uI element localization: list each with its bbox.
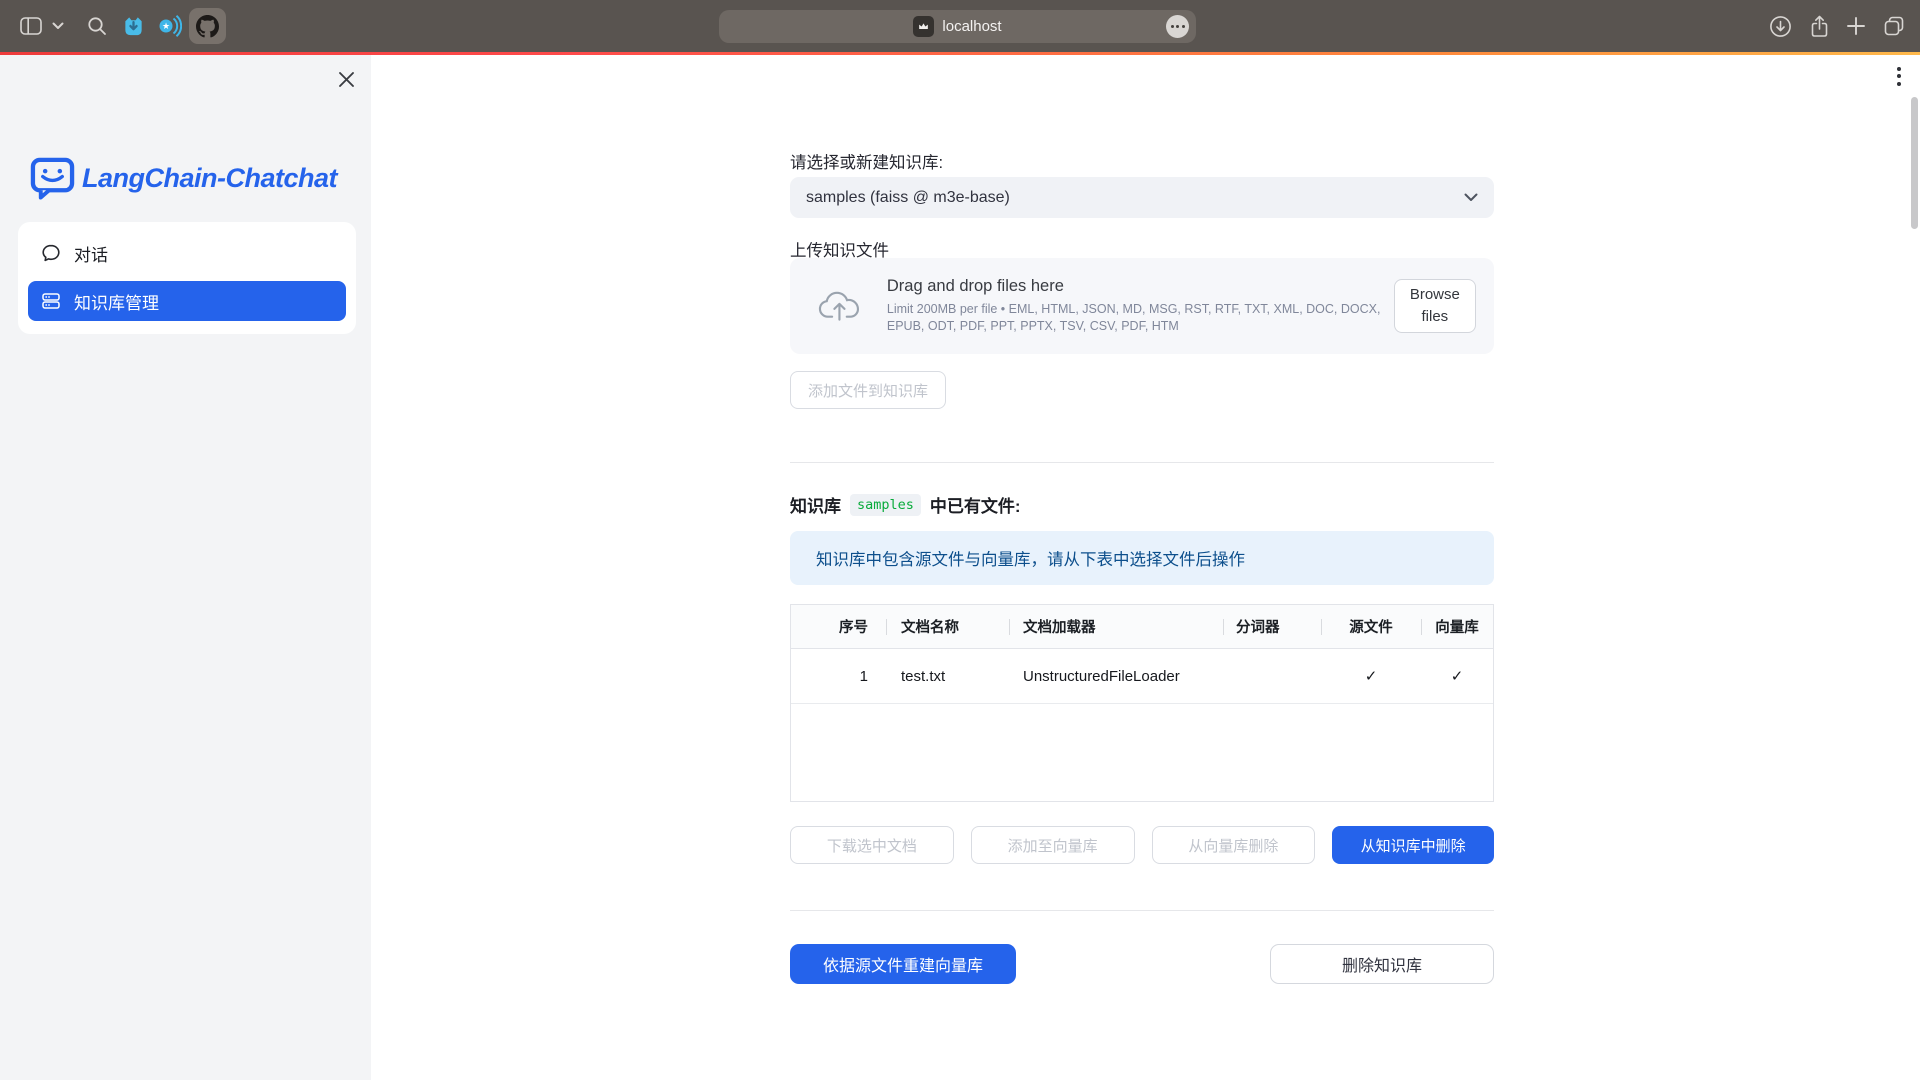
- dropzone-limit: Limit 200MB per file • EML, HTML, JSON, …: [887, 301, 1394, 336]
- kb-select-value: samples (faiss @ m3e-base): [806, 189, 1010, 207]
- close-icon[interactable]: [333, 66, 359, 92]
- scrollbar-thumb[interactable]: [1911, 97, 1918, 229]
- kb-select[interactable]: samples (faiss @ m3e-base): [790, 177, 1494, 218]
- site-favicon: [913, 16, 934, 37]
- cell-doc-name: test.txt: [886, 649, 1009, 703]
- cell-splitter: [1223, 649, 1321, 703]
- circles-extension-icon[interactable]: ★: [155, 0, 183, 52]
- file-dropzone[interactable]: Drag and drop files here Limit 200MB per…: [790, 258, 1494, 354]
- sidebar-nav: 对话 知识库管理: [18, 222, 356, 334]
- divider: [790, 910, 1494, 911]
- cell-loader: UnstructuredFileLoader: [1009, 649, 1223, 703]
- chat-bubble-logo-icon: [30, 156, 75, 200]
- table-row[interactable]: 1 test.txt UnstructuredFileLoader ✓ ✓: [791, 649, 1493, 704]
- database-stack-icon: [41, 291, 61, 311]
- add-to-vectorstore-button[interactable]: 添加至向量库: [971, 826, 1135, 864]
- kb-files-heading: 知识库 samples 中已有文件:: [790, 492, 1021, 517]
- ellipsis-icon[interactable]: [1166, 15, 1189, 38]
- search-icon[interactable]: [85, 0, 109, 52]
- browse-files-button[interactable]: Browse files: [1394, 279, 1476, 333]
- dropzone-title: Drag and drop files here: [887, 277, 1394, 296]
- dropzone-text: Drag and drop files here Limit 200MB per…: [887, 277, 1394, 336]
- cell-vector-check: ✓: [1421, 649, 1493, 703]
- table-action-buttons: 下载选中文档 添加至向量库 从向量库删除 从知识库中删除: [790, 826, 1494, 864]
- address-bar[interactable]: localhost: [719, 10, 1196, 43]
- delete-from-kb-button[interactable]: 从知识库中删除: [1332, 826, 1494, 864]
- main-menu-kebab-icon[interactable]: [1888, 60, 1910, 92]
- cloud-upload-icon: [818, 289, 861, 323]
- heading-prefix: 知识库: [790, 492, 841, 517]
- chat-icon: [41, 243, 61, 263]
- table-header[interactable]: 文档名称: [886, 605, 1009, 648]
- address-url: localhost: [942, 18, 1001, 35]
- table-header[interactable]: 分词器: [1223, 605, 1321, 648]
- logo-text: LangChain-Chatchat: [82, 163, 337, 194]
- files-table: 序号 文档名称 文档加载器 分词器 源文件 向量库 1 test.txt Uns…: [790, 604, 1494, 802]
- rebuild-vectorstore-button[interactable]: 依据源文件重建向量库: [790, 944, 1016, 984]
- sidebar-item-knowledge-base[interactable]: 知识库管理: [28, 281, 346, 321]
- add-files-button[interactable]: 添加文件到知识库: [790, 371, 946, 409]
- main-content: 请选择或新建知识库: samples (faiss @ m3e-base) 上传…: [790, 55, 1494, 1080]
- table-header[interactable]: 序号: [791, 605, 886, 648]
- table-header-row: 序号 文档名称 文档加载器 分词器 源文件 向量库: [791, 605, 1493, 649]
- download-icon[interactable]: [1767, 0, 1793, 52]
- cell-source-check: ✓: [1321, 649, 1421, 703]
- info-banner: 知识库中包含源文件与向量库，请从下表中选择文件后操作: [790, 531, 1494, 585]
- tabs-overview-icon[interactable]: [1880, 0, 1908, 52]
- cat-extension-icon[interactable]: [120, 0, 146, 52]
- github-extension-icon[interactable]: [189, 8, 226, 44]
- new-tab-icon[interactable]: [1843, 0, 1869, 52]
- delete-kb-button[interactable]: 删除知识库: [1270, 944, 1494, 984]
- delete-from-vectorstore-button[interactable]: 从向量库删除: [1152, 826, 1316, 864]
- kb-name-code: samples: [850, 494, 921, 516]
- heading-suffix: 中已有文件:: [930, 492, 1021, 517]
- sidebar-item-label: 知识库管理: [74, 289, 159, 314]
- download-selected-button[interactable]: 下载选中文档: [790, 826, 954, 864]
- browser-toolbar: ★ localhost: [0, 0, 1920, 52]
- table-header[interactable]: 源文件: [1321, 605, 1421, 648]
- divider: [790, 462, 1494, 463]
- sidebar-item-label: 对话: [74, 241, 108, 266]
- app-logo: LangChain-Chatchat: [30, 156, 337, 200]
- table-header[interactable]: 向量库: [1421, 605, 1493, 648]
- svg-text:★: ★: [162, 21, 170, 31]
- sidebar-toggle-icon[interactable]: [18, 0, 44, 52]
- cell-index: 1: [791, 649, 886, 703]
- chevron-down-icon[interactable]: [50, 0, 66, 52]
- kb-select-label: 请选择或新建知识库:: [790, 149, 943, 173]
- sidebar-item-chat[interactable]: 对话: [28, 231, 346, 275]
- sidebar: LangChain-Chatchat 对话 知识库管理: [0, 55, 371, 1080]
- table-header[interactable]: 文档加载器: [1009, 605, 1223, 648]
- chevron-down-icon: [1464, 193, 1478, 202]
- share-icon[interactable]: [1806, 0, 1832, 52]
